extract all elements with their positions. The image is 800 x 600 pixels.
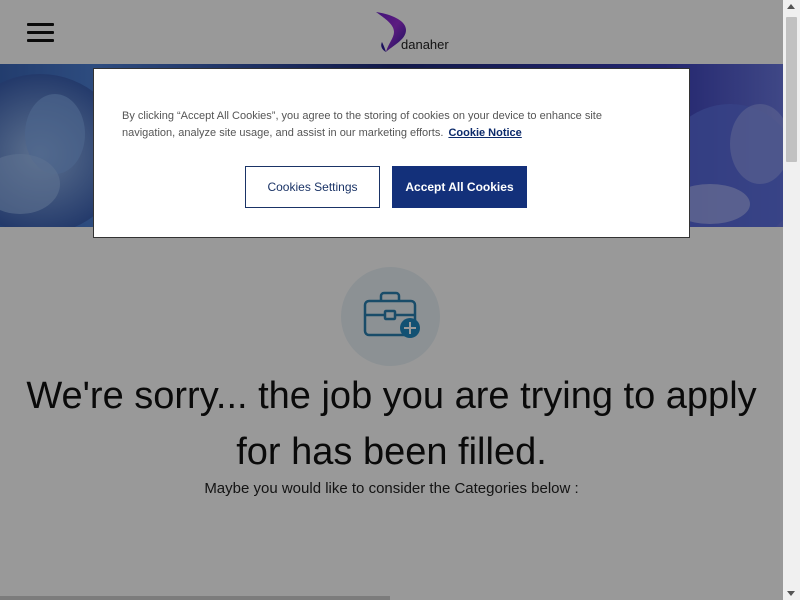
scrollbar-thumb[interactable]	[786, 17, 797, 162]
cookie-consent-dialog: By clicking “Accept All Cookies”, you ag…	[93, 68, 690, 238]
vertical-scrollbar[interactable]	[783, 0, 800, 600]
cookies-settings-button[interactable]: Cookies Settings	[245, 166, 380, 208]
scroll-down-arrow-icon[interactable]	[787, 591, 795, 596]
scroll-up-arrow-icon[interactable]	[787, 4, 795, 9]
accept-all-cookies-button[interactable]: Accept All Cookies	[392, 166, 527, 208]
cookie-message: By clicking “Accept All Cookies”, you ag…	[122, 110, 602, 139]
cookie-consent-text: By clicking “Accept All Cookies”, you ag…	[122, 108, 642, 142]
cookie-notice-link[interactable]: Cookie Notice	[448, 127, 521, 139]
